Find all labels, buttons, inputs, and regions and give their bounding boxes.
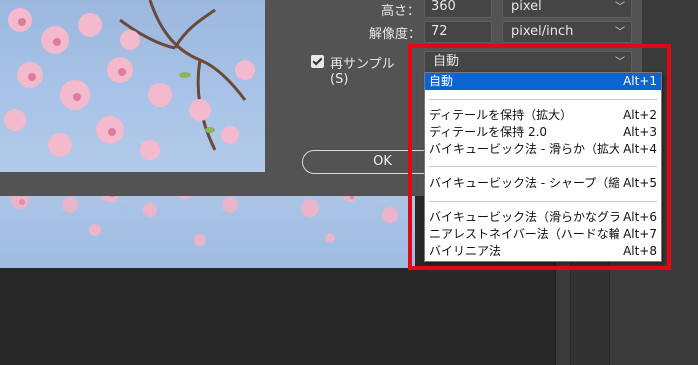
highlight-frame <box>408 44 671 270</box>
height-input[interactable]: 360 <box>424 0 492 18</box>
resolution-input[interactable]: 72 <box>424 21 492 43</box>
height-unit-select[interactable]: pixel ﹀ <box>502 0 632 18</box>
height-unit-value: pixel <box>511 0 542 14</box>
chevron-down-icon: ﹀ <box>615 2 625 13</box>
resolution-label: 解像度： <box>368 27 421 42</box>
height-label: 高さ： <box>380 4 420 19</box>
chevron-down-icon: ﹀ <box>615 27 625 38</box>
preview-image <box>0 0 265 172</box>
resolution-unit-value: pixel/inch <box>511 24 574 39</box>
resample-label: 再サンプル(S) <box>330 57 395 87</box>
resolution-unit-select[interactable]: pixel/inch ﹀ <box>502 21 632 43</box>
resample-checkbox[interactable] <box>311 55 324 68</box>
